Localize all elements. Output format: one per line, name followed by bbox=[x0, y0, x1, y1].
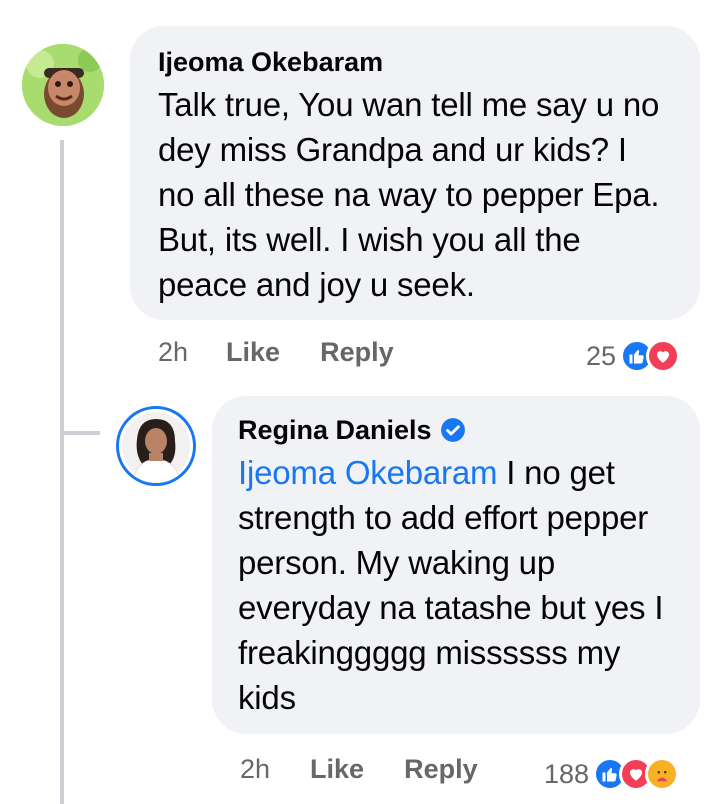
reply-button[interactable]: Reply bbox=[320, 337, 394, 368]
reaction-icons bbox=[620, 339, 681, 373]
reaction-icons bbox=[593, 757, 680, 791]
avatar[interactable] bbox=[22, 44, 104, 126]
comment-bubble: Ijeoma Okebaram Talk true, You wan tell … bbox=[130, 26, 700, 320]
comment-author-name[interactable]: Ijeoma Okebaram bbox=[158, 46, 383, 78]
comment-time[interactable]: 2h bbox=[158, 337, 188, 368]
verified-badge-icon bbox=[440, 417, 466, 443]
reaction-summary[interactable]: 188 bbox=[544, 757, 680, 791]
reaction-count: 188 bbox=[544, 758, 590, 789]
reaction-summary[interactable]: 25 bbox=[586, 339, 681, 373]
comment-actions: 2h Like Reply bbox=[158, 337, 394, 368]
comment-text: Talk true, You wan tell me say u no dey … bbox=[158, 86, 660, 303]
reply-text: Ijeoma Okebaram I no get strength to add… bbox=[238, 450, 674, 720]
reply-bubble: Regina Daniels Ijeoma Okebaram I no get … bbox=[212, 396, 700, 734]
reply-actions: 2h Like Reply bbox=[240, 754, 478, 785]
avatar[interactable] bbox=[116, 406, 196, 486]
love-icon bbox=[646, 339, 681, 373]
avatar-photo-icon bbox=[22, 44, 104, 126]
thread-line-branch bbox=[60, 431, 100, 435]
mention-link[interactable]: Ijeoma Okebaram bbox=[238, 454, 497, 491]
avatar-photo-icon bbox=[122, 412, 190, 483]
reply-author[interactable]: Regina Daniels bbox=[238, 414, 674, 446]
comment-author[interactable]: Ijeoma Okebaram bbox=[158, 46, 672, 78]
like-button[interactable]: Like bbox=[226, 337, 280, 368]
like-button[interactable]: Like bbox=[310, 754, 364, 785]
reply-body: I no get strength to add effort pepper p… bbox=[238, 454, 664, 716]
reply-button[interactable]: Reply bbox=[404, 754, 478, 785]
reply-author-name[interactable]: Regina Daniels bbox=[238, 414, 432, 446]
thread-line-vertical bbox=[60, 140, 64, 804]
reply-time[interactable]: 2h bbox=[240, 754, 270, 785]
reaction-count: 25 bbox=[586, 340, 617, 371]
care-icon bbox=[645, 757, 680, 791]
